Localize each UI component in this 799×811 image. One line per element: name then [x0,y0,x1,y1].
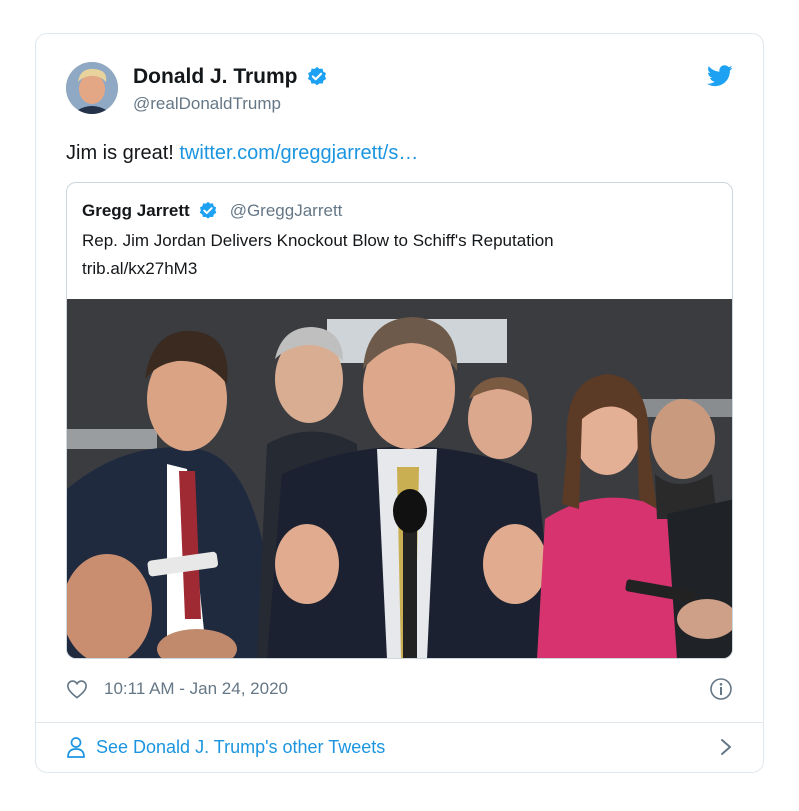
tweet-link[interactable]: twitter.com/greggjarrett/s… [179,142,418,164]
author-avatar[interactable] [66,62,118,114]
quoted-tweet-photo[interactable] [67,299,732,658]
footer-divider [36,722,763,723]
quoted-author-handle[interactable]: @GreggJarrett [230,201,343,221]
author-handle[interactable]: @realDonaldTrump [133,94,281,114]
tweet-timestamp[interactable]: 10:11 AM - Jan 24, 2020 [104,679,288,699]
tweet-meta: 10:11 AM - Jan 24, 2020 [66,676,733,702]
see-more-tweets-link[interactable]: See Donald J. Trump's other Tweets [66,734,733,760]
quoted-tweet-text: Rep. Jim Jordan Delivers Knockout Blow t… [82,231,554,250]
author-name[interactable]: Donald J. Trump [133,65,298,89]
embedded-tweet-card: Donald J. Trump @realDonaldTrump Jim is … [35,33,764,773]
chevron-right-icon[interactable] [719,737,733,757]
person-icon [67,737,85,758]
tweet-text: Jim is great! twitter.com/greggjarrett/s… [66,142,418,165]
twitter-bird-icon[interactable] [707,65,733,87]
author-name-row[interactable]: Donald J. Trump [133,65,328,89]
quoted-tweet[interactable]: Gregg Jarrett @GreggJarrett Rep. Jim Jor… [66,182,733,659]
heart-icon[interactable] [66,679,88,699]
quoted-tweet-url[interactable]: trib.al/kx27hM3 [82,259,197,279]
verified-badge-icon [307,66,326,86]
quoted-author-name[interactable]: Gregg Jarrett [82,201,190,221]
verified-badge-icon [199,201,217,219]
see-more-tweets-label[interactable]: See Donald J. Trump's other Tweets [96,737,385,758]
tweet-body: Jim is great! [66,142,174,164]
info-icon[interactable] [709,677,733,701]
quoted-tweet-header: Gregg Jarrett @GreggJarrett [82,201,342,221]
